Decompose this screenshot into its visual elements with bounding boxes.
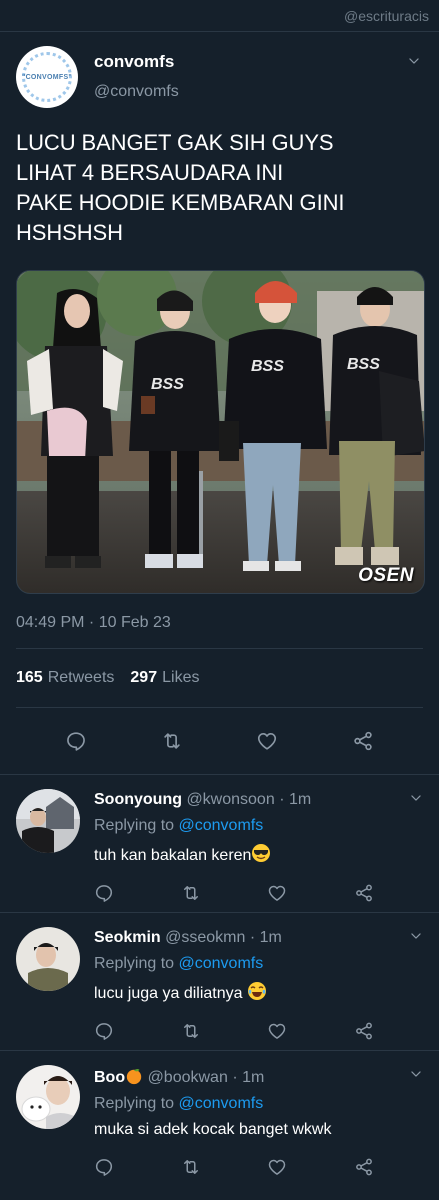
display-name[interactable]: convomfs bbox=[94, 52, 179, 72]
reply-handle[interactable]: @bookwan bbox=[148, 1069, 228, 1086]
tweet-text-line: LIHAT 4 BERSAUDARA INI bbox=[16, 160, 284, 185]
reply-display-name[interactable]: Soonyoung bbox=[94, 791, 182, 808]
author-names: convomfs @convomfs bbox=[94, 52, 179, 101]
avatar-photo bbox=[16, 927, 80, 991]
hoodie-print: BSS bbox=[347, 356, 380, 373]
chevron-down-icon[interactable] bbox=[409, 929, 423, 943]
tweet-text-line: LUCU BANGET GAK SIH GUYS bbox=[16, 130, 334, 155]
sunglasses-emoji-icon bbox=[252, 844, 271, 862]
avatar[interactable] bbox=[16, 789, 80, 853]
tangerine-emoji-icon bbox=[126, 1068, 142, 1085]
reply-text-content: tuh kan bakalan keren bbox=[94, 847, 252, 864]
reply-actions bbox=[94, 883, 374, 903]
reply-text-content: muka si adek kocak banget wkwk bbox=[94, 1121, 332, 1138]
tweet-timestamp[interactable]: 04:49 PM · 10 Feb 23 bbox=[16, 614, 423, 632]
tweet-actions bbox=[16, 708, 423, 774]
reply-header: Seokmin @sseokmn · 1m bbox=[94, 929, 423, 947]
reply-icon[interactable] bbox=[94, 883, 114, 903]
avatar-photo bbox=[16, 1065, 80, 1129]
reply-actions bbox=[94, 1157, 374, 1177]
retweet-count[interactable]: 165 bbox=[16, 669, 43, 687]
replying-to-line: Replying to @convomfs bbox=[94, 817, 423, 835]
user-handle[interactable]: @convomfs bbox=[94, 83, 179, 101]
reply-text-content: lucu juga ya diliatnya bbox=[94, 985, 243, 1002]
replying-to-line: Replying to @convomfs bbox=[94, 955, 423, 973]
share-icon[interactable] bbox=[354, 1021, 374, 1041]
chevron-down-icon[interactable] bbox=[407, 54, 421, 68]
like-count[interactable]: 297 bbox=[130, 669, 157, 687]
replying-to-prefix: Replying to bbox=[94, 817, 175, 834]
replying-to-prefix: Replying to bbox=[94, 955, 175, 972]
tweet-text: LUCU BANGET GAK SIH GUYS LIHAT 4 BERSAUD… bbox=[16, 128, 423, 248]
reply-tweet[interactable]: Seokmin @sseokmn · 1m Replying to @convo… bbox=[0, 912, 439, 1050]
reply-header: Soonyoung @kwonsoon · 1m bbox=[94, 791, 423, 809]
like-icon[interactable] bbox=[256, 730, 278, 752]
retweet-icon[interactable] bbox=[161, 730, 183, 752]
reply-body: Boo @bookwan · 1m Replying to @convomfs … bbox=[94, 1065, 423, 1188]
reply-text: tuh kan bakalan keren bbox=[94, 843, 423, 865]
reply-actions bbox=[94, 1021, 374, 1041]
retweet-label[interactable]: Retweets bbox=[48, 669, 115, 687]
main-tweet: "CONVOMFS" convomfs @convomfs LUCU BANGE… bbox=[0, 32, 439, 774]
avatar-photo bbox=[16, 789, 80, 853]
reply-time[interactable]: · 1m bbox=[232, 1069, 264, 1086]
tweet-stats: 165 Retweets 297 Likes bbox=[16, 649, 423, 707]
reply-tweet[interactable]: Boo @bookwan · 1m Replying to @convomfs … bbox=[0, 1050, 439, 1188]
photo-illustration: BSS BSS BSS bbox=[17, 271, 424, 593]
hoodie-print: BSS bbox=[151, 376, 184, 393]
share-icon[interactable] bbox=[354, 883, 374, 903]
reply-time[interactable]: · 1m bbox=[279, 791, 311, 808]
reply-handle[interactable]: @kwonsoon bbox=[186, 791, 274, 808]
reply-tweet[interactable]: Soonyoung @kwonsoon · 1m Replying to @co… bbox=[0, 774, 439, 912]
reply-body: Soonyoung @kwonsoon · 1m Replying to @co… bbox=[94, 789, 423, 912]
chevron-down-icon[interactable] bbox=[409, 791, 423, 805]
reply-handle[interactable]: @sseokmn bbox=[165, 929, 245, 946]
tweet-text-line: HSHSHSH bbox=[16, 220, 123, 245]
replying-to-mention[interactable]: @convomfs bbox=[179, 955, 264, 972]
replying-to-mention[interactable]: @convomfs bbox=[179, 1095, 264, 1112]
tweet-photo[interactable]: BSS BSS BSS OSEN bbox=[16, 270, 425, 594]
tweet-text-line: PAKE HOODIE KEMBARAN GINI bbox=[16, 190, 345, 215]
reply-text: lucu juga ya diliatnya bbox=[94, 981, 423, 1003]
avatar[interactable] bbox=[16, 927, 80, 991]
like-label[interactable]: Likes bbox=[162, 669, 199, 687]
reply-display-name[interactable]: Boo bbox=[94, 1069, 125, 1086]
reply-icon[interactable] bbox=[65, 730, 87, 752]
like-icon[interactable] bbox=[267, 1021, 287, 1041]
watermark-text: @escrituracis bbox=[343, 7, 429, 24]
share-icon[interactable] bbox=[352, 730, 374, 752]
reply-time[interactable]: · 1m bbox=[250, 929, 282, 946]
avatar-logo-text: "CONVOMFS" bbox=[21, 73, 73, 81]
chevron-down-icon[interactable] bbox=[409, 1067, 423, 1081]
tears-of-joy-emoji-icon bbox=[248, 982, 266, 1000]
reply-display-name[interactable]: Seokmin bbox=[94, 929, 161, 946]
watermark-bar: @escrituracis bbox=[0, 0, 439, 32]
avatar[interactable]: "CONVOMFS" bbox=[16, 46, 78, 108]
reply-icon[interactable] bbox=[94, 1021, 114, 1041]
reply-text: muka si adek kocak banget wkwk bbox=[94, 1121, 423, 1139]
replying-to-mention[interactable]: @convomfs bbox=[179, 817, 264, 834]
replying-to-line: Replying to @convomfs bbox=[94, 1095, 423, 1113]
like-icon[interactable] bbox=[267, 883, 287, 903]
retweet-icon[interactable] bbox=[181, 1021, 201, 1041]
hoodie-print: BSS bbox=[251, 358, 284, 375]
like-icon[interactable] bbox=[267, 1157, 287, 1177]
retweet-icon[interactable] bbox=[181, 1157, 201, 1177]
share-icon[interactable] bbox=[354, 1157, 374, 1177]
tweet-author-row: "CONVOMFS" convomfs @convomfs bbox=[16, 46, 423, 108]
reply-header: Boo @bookwan · 1m bbox=[94, 1067, 423, 1087]
replying-to-prefix: Replying to bbox=[94, 1095, 175, 1112]
retweet-icon[interactable] bbox=[181, 883, 201, 903]
media-watermark: OSEN bbox=[358, 565, 414, 586]
reply-icon[interactable] bbox=[94, 1157, 114, 1177]
avatar[interactable] bbox=[16, 1065, 80, 1129]
reply-body: Seokmin @sseokmn · 1m Replying to @convo… bbox=[94, 927, 423, 1050]
